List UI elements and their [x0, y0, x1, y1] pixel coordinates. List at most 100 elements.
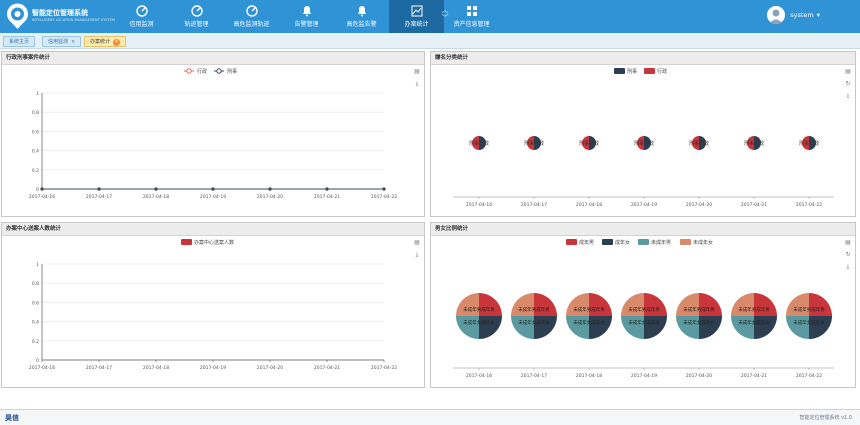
y-tick-label: 0 [36, 358, 39, 364]
pie-label: 未成年男成年男 [683, 306, 715, 313]
data-point [325, 187, 329, 191]
nav-item-0[interactable]: 信用监测 [114, 0, 169, 33]
y-tick-label: 1 [36, 262, 39, 268]
x-tick-label: 2017-04-18 [143, 194, 169, 200]
y-tick-label: 1 [36, 91, 39, 97]
pie-slice [511, 316, 534, 339]
pie-slice [676, 316, 699, 339]
gauge-icon [190, 5, 203, 17]
data-point [382, 187, 386, 191]
legend-label: 行政 [657, 68, 667, 75]
legend-swatch [680, 239, 691, 245]
pie-slice [621, 316, 644, 339]
chart-icon [411, 5, 422, 17]
app-title: 智能定位管理系统 [32, 9, 88, 17]
nav-item-4[interactable]: 高危监告警 [334, 0, 389, 33]
legend-label: 行政 [197, 68, 207, 75]
pie-slice [699, 316, 722, 339]
x-tick-label: 2017-04-21 [314, 194, 340, 200]
data-point [211, 187, 215, 191]
pie-slice [731, 316, 754, 339]
panel-category-stats: 嫌名分类统计 ▤ ↻ ⤓ 刑事 行政 刑事行政 2017-04-16 刑事行政 2017-… [430, 51, 856, 217]
x-tick-label: 2017-04-18 [576, 373, 602, 379]
pie-chart-category: 刑事 行政刑事行政2017-04-16刑事行政2017-04-17刑事行政2017… [453, 68, 834, 208]
pie-label: 未成年女成年女 [573, 319, 605, 326]
app-subtitle: INTELLIGENT LOCATION MANAGEMENT SYSTEM [32, 18, 115, 22]
legend-label: 未成年男 [651, 239, 671, 246]
pie-label: 未成年男成年男 [793, 306, 825, 313]
close-icon[interactable]: × [113, 39, 121, 46]
x-tick-label: 2017-04-20 [686, 202, 712, 208]
tab-label: 系统主页 [9, 39, 30, 45]
legend-label: 成年女 [615, 239, 630, 246]
location-pin-logo-icon [7, 3, 28, 29]
x-tick-label: 2017-04-20 [686, 373, 712, 379]
nav-item-3[interactable]: 告警管理 [279, 0, 334, 33]
x-tick-label: 2017-04-17 [521, 202, 547, 208]
x-tick-label: 2017-04-19 [631, 202, 657, 208]
x-tick-label: 2017-04-16 [466, 202, 492, 208]
footer-version-text: 智能定位管理系统 v1.0 [799, 415, 852, 421]
footer-logo: 昊信 [5, 414, 19, 422]
user-menu[interactable]: system ▾ [767, 6, 820, 24]
pie-label: 未成年男成年男 [518, 306, 550, 313]
gauge-icon [135, 5, 148, 17]
x-tick-label: 2017-04-17 [521, 373, 547, 379]
close-icon[interactable]: × [71, 37, 75, 48]
pie-slice [786, 316, 809, 339]
legend-label: 未成年女 [693, 239, 713, 246]
tab-case-statistics[interactable]: 办案统计 × [84, 36, 127, 47]
nav-item-5[interactable]: 办案统计 [389, 0, 444, 33]
x-tick-label: 2017-04-20 [257, 194, 283, 200]
y-tick-label: 0.2 [32, 168, 39, 174]
x-tick-label: 2017-04-20 [257, 365, 283, 371]
legend-swatch [566, 239, 577, 245]
x-tick-label: 2017-04-18 [143, 365, 169, 371]
data-point [154, 187, 158, 191]
pie-slice [644, 316, 667, 339]
pie-label: 未成年男成年男 [628, 306, 660, 313]
pie-slice [566, 316, 589, 339]
x-tick-label: 2017-04-22 [796, 373, 822, 379]
x-tick-label: 2017-04-22 [796, 202, 822, 208]
x-tick-label: 2017-04-19 [631, 373, 657, 379]
nav-item-1[interactable]: 轨迹管理 [169, 0, 224, 33]
nav-label: 信用监测 [129, 21, 154, 28]
pie-label: 未成年女成年女 [628, 319, 660, 326]
legend-swatch [614, 68, 625, 74]
panel-title: 行政刑事案件统计 [2, 52, 424, 65]
nav-item-2[interactable]: 高危监测轨迹 [224, 0, 279, 33]
y-tick-label: 0.8 [32, 281, 39, 287]
y-tick-label: 0.8 [32, 110, 39, 116]
legend-label: 办案中心送案人数 [194, 239, 234, 246]
x-tick-label: 2017-04-19 [200, 365, 226, 371]
pie-label: 刑事行政 [689, 140, 709, 147]
pie-label: 未成年男成年男 [573, 306, 605, 313]
legend-swatch [181, 239, 192, 245]
x-tick-label: 2017-04-16 [29, 365, 55, 371]
x-tick-label: 2017-04-21 [314, 365, 340, 371]
nav-label: 办案统计 [404, 21, 429, 28]
top-bar: 智能定位管理系统 INTELLIGENT LOCATION MANAGEMENT… [0, 0, 860, 33]
pie-label: 未成年女成年女 [463, 319, 495, 326]
nav-label: 轨迹管理 [184, 21, 209, 28]
panel-title: 办案中心送案人数统计 [2, 223, 424, 236]
user-name: system [790, 11, 814, 19]
y-tick-label: 0.6 [32, 129, 39, 135]
tab-label: 办案统计 [90, 39, 111, 45]
pie-label: 刑事行政 [744, 140, 764, 147]
tab-credit-monitor[interactable]: 信用监测 × [42, 36, 82, 48]
x-tick-label: 2017-04-19 [200, 194, 226, 200]
tab-home[interactable]: 系统主页 [3, 36, 36, 47]
nav-more-chevron-icon[interactable]: ︿ ﹀ [440, 6, 450, 26]
pie-slice [456, 316, 479, 339]
pie-label: 未成年男成年男 [738, 306, 770, 313]
pie-label: 未成年女成年女 [683, 319, 715, 326]
nav-item-6[interactable]: 资产信息管理 [444, 0, 499, 33]
pie-slice [754, 316, 777, 339]
pie-label: 刑事行政 [799, 140, 819, 147]
legend-label: 刑事 [227, 68, 237, 75]
nav-label: 高危监测轨迹 [233, 21, 270, 28]
bar-chart-delivery: 办案中心送案人数 0 0.2 0.4 0.6 0.8 1 2017-04-16 2017-04-… [29, 239, 397, 371]
nav-label: 高危监告警 [346, 21, 377, 28]
